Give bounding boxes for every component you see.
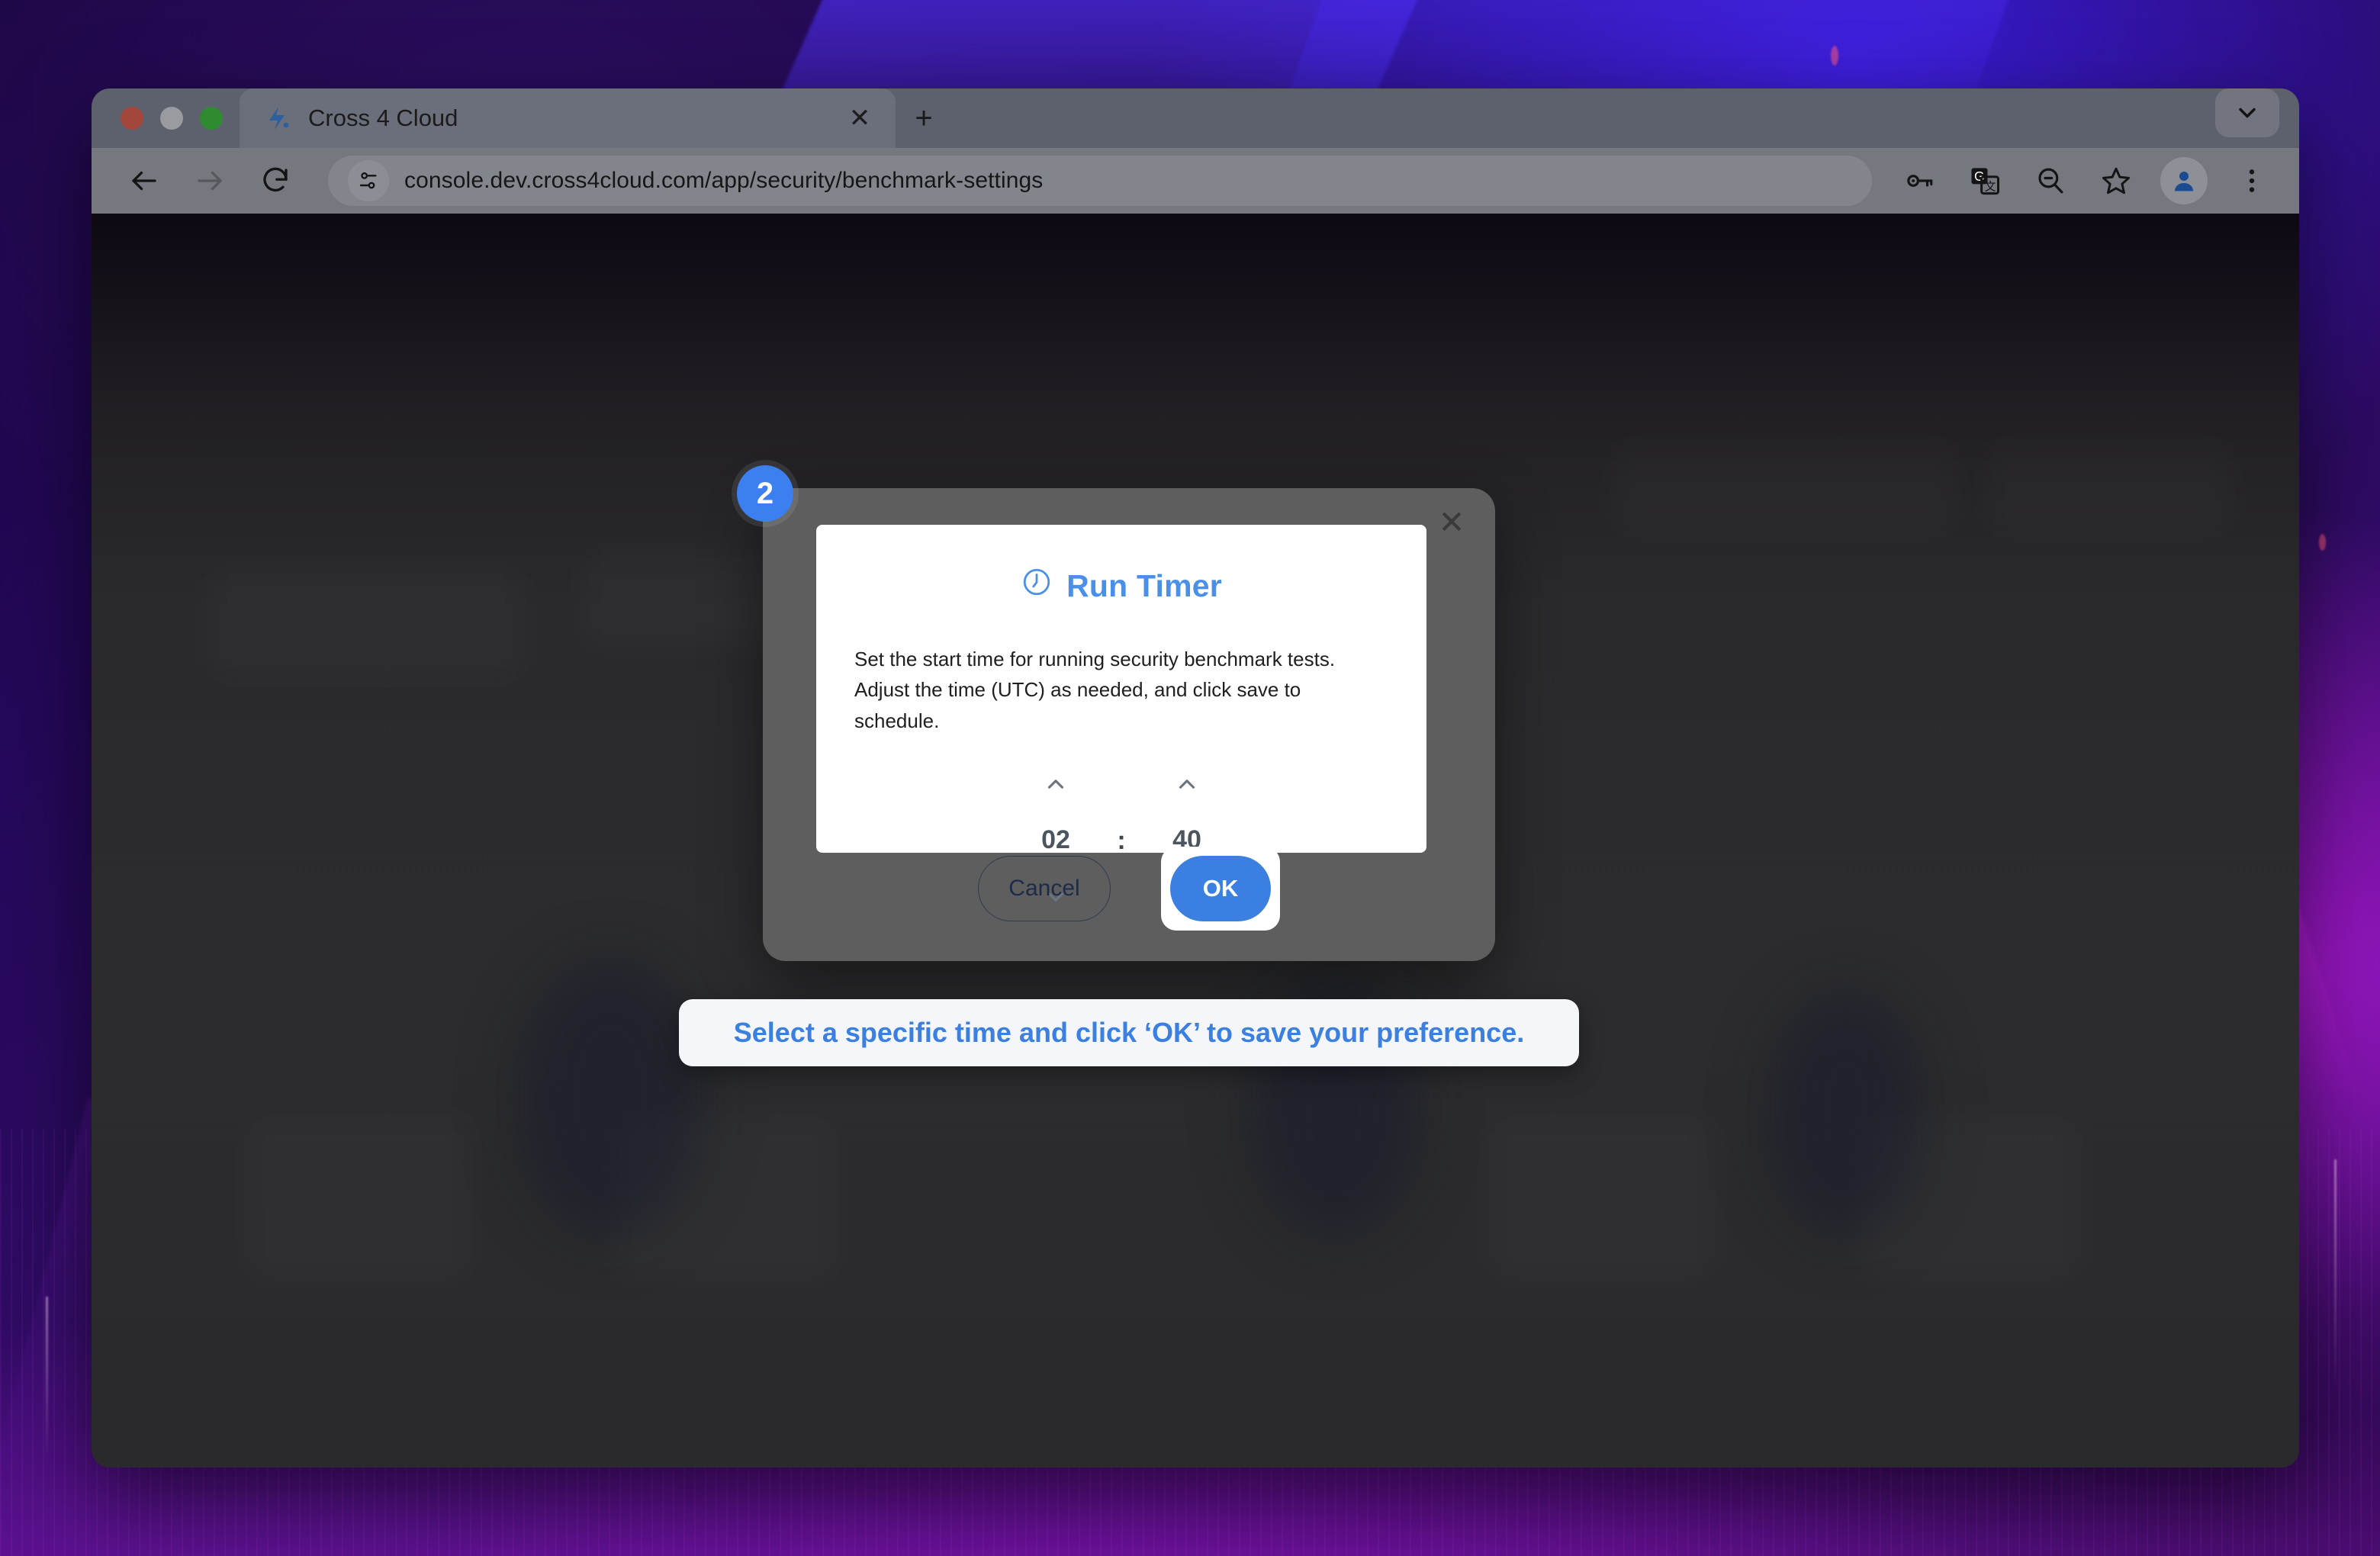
new-tab-button[interactable]: + xyxy=(896,88,952,148)
address-bar[interactable]: console.dev.cross4cloud.com/app/security… xyxy=(328,156,1872,206)
dialog-title: Run Timer xyxy=(844,566,1399,606)
blurred-page-content xyxy=(519,961,702,1236)
bookmark-star-icon[interactable] xyxy=(2095,159,2137,202)
tab-title: Cross 4 Cloud xyxy=(308,104,458,131)
minute-increment-button[interactable] xyxy=(1174,762,1200,806)
arrow-right-icon[interactable] xyxy=(180,151,240,211)
blurred-page-content xyxy=(1488,1114,1716,1281)
password-key-icon[interactable] xyxy=(1898,159,1941,202)
site-settings-icon[interactable] xyxy=(348,160,389,201)
browser-window: Cross 4 Cloud ✕ + console.dev.cross4clou… xyxy=(92,88,2299,1468)
titlebar-right-group xyxy=(2215,88,2299,148)
ok-button[interactable]: OK xyxy=(1170,856,1271,921)
wallpaper-light-ray xyxy=(46,1297,48,1464)
hour-increment-button[interactable] xyxy=(1043,762,1069,806)
ok-button-highlight: OK xyxy=(1161,847,1280,931)
zoom-out-icon[interactable] xyxy=(2029,159,2072,202)
kebab-menu-icon[interactable] xyxy=(2230,159,2273,202)
browser-tab[interactable]: Cross 4 Cloud ✕ xyxy=(240,88,896,148)
clock-icon xyxy=(1021,566,1053,606)
dialog-description: Set the start time for running security … xyxy=(854,648,1336,732)
url-text: console.dev.cross4cloud.com/app/security… xyxy=(404,168,1044,193)
toolbar-icon-group: G 文 xyxy=(1898,157,2273,204)
tab-close-icon[interactable]: ✕ xyxy=(842,101,877,136)
window-close-button[interactable] xyxy=(121,107,143,130)
window-minimize-button[interactable] xyxy=(160,107,183,130)
instruction-callout-text: Select a specific time and click ‘OK’ to… xyxy=(733,1017,1525,1048)
browser-titlebar: Cross 4 Cloud ✕ + xyxy=(92,88,2299,148)
wallpaper-light-ray xyxy=(2334,1159,2337,1388)
blurred-page-content xyxy=(1983,442,2235,534)
step-badge: 2 xyxy=(737,465,793,522)
wallpaper-spark xyxy=(2319,534,2326,551)
page-viewport: 2 ✕ Run Timer Set the start time for run… xyxy=(92,214,2299,1468)
reload-icon[interactable] xyxy=(246,151,305,211)
cross4cloud-logo-icon xyxy=(261,102,293,134)
blurred-page-content xyxy=(1770,992,1922,1236)
close-icon[interactable]: ✕ xyxy=(1428,499,1475,546)
instruction-callout: Select a specific time and click ‘OK’ to… xyxy=(679,999,1579,1066)
run-timer-modal: 2 ✕ Run Timer Set the start time for run… xyxy=(737,465,1495,961)
browser-toolbar: console.dev.cross4cloud.com/app/security… xyxy=(92,148,2299,214)
blurred-page-content xyxy=(1610,442,1960,534)
wallpaper-spark xyxy=(1831,46,1838,66)
chevron-down-icon[interactable] xyxy=(2215,88,2279,137)
dialog-title-text: Run Timer xyxy=(1066,567,1222,603)
window-maximize-button[interactable] xyxy=(200,107,223,130)
run-timer-dialog-card: Run Timer Set the start time for running… xyxy=(816,525,1426,902)
profile-avatar-icon[interactable] xyxy=(2160,157,2208,204)
window-traffic-lights xyxy=(92,107,240,148)
blurred-page-content xyxy=(206,564,526,679)
dialog-actions: Cancel OK xyxy=(763,847,1495,931)
desktop-wallpaper: Cross 4 Cloud ✕ + console.dev.cross4clou… xyxy=(0,0,2380,1556)
svg-text:文: 文 xyxy=(1985,181,1996,194)
arrow-left-icon[interactable] xyxy=(114,151,174,211)
cancel-button[interactable]: Cancel xyxy=(978,856,1111,921)
blurred-page-content xyxy=(244,1114,473,1281)
translate-icon[interactable]: G 文 xyxy=(1963,159,2006,202)
